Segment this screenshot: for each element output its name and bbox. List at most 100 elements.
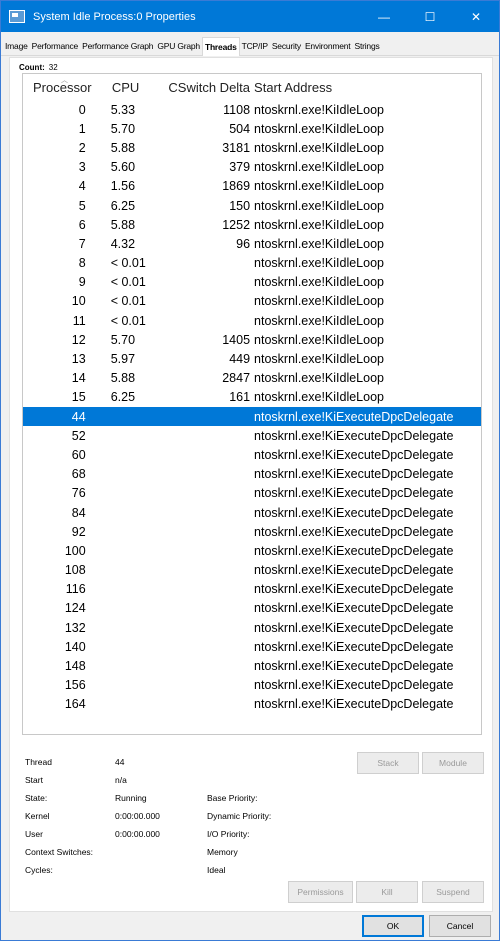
processor-cell: 12 — [71, 332, 86, 347]
thread-row[interactable]: 15 6.25 161 ntoskrnl.exe!KiIdleLoop — [23, 388, 481, 407]
tab-performance[interactable]: Performance — [30, 38, 80, 55]
cpu-cell: 5.70 — [110, 332, 136, 347]
column-header-cswitch-delta[interactable]: CSwitch Delta — [148, 80, 250, 95]
cpu-cell: 1.56 — [110, 179, 136, 194]
state-label: State: — [25, 793, 48, 803]
tab-performance-graph[interactable]: Performance Graph — [80, 38, 155, 55]
thread-row[interactable]: 156 ntoskrnl.exe!KiExecuteDpcDelegate — [23, 676, 481, 695]
processor-cell: 84 — [71, 505, 86, 520]
cswitch-delta-cell: 150 — [229, 198, 251, 213]
thread-row[interactable]: 3 5.60 379 ntoskrnl.exe!KiIdleLoop — [23, 158, 481, 177]
start-address-cell: ntoskrnl.exe!KiIdleLoop — [254, 332, 384, 347]
processor-cell: 5 — [78, 198, 86, 213]
start-address-cell: ntoskrnl.exe!KiIdleLoop — [254, 160, 384, 175]
cswitch-delta-cell: 504 — [229, 121, 251, 136]
cpu-cell: 6.25 — [110, 198, 136, 213]
permissions-button[interactable]: Permissions — [288, 881, 353, 903]
processor-cell: 68 — [71, 467, 86, 482]
count-value: 32 — [48, 63, 58, 72]
column-header-start-address[interactable]: Start Address — [250, 80, 481, 95]
tab-gpu-graph[interactable]: GPU Graph — [155, 38, 202, 55]
module-button[interactable]: Module — [422, 752, 484, 774]
thread-row[interactable]: 132 ntoskrnl.exe!KiExecuteDpcDelegate — [23, 618, 481, 637]
thread-row[interactable]: 124 ntoskrnl.exe!KiExecuteDpcDelegate — [23, 599, 481, 618]
thread-row[interactable]: 14 5.88 2847 ntoskrnl.exe!KiIdleLoop — [23, 369, 481, 388]
processor-cell: 164 — [64, 697, 86, 712]
thread-row[interactable]: 2 5.88 3181 ntoskrnl.exe!KiIdleLoop — [23, 138, 481, 157]
start-address-cell: ntoskrnl.exe!KiExecuteDpcDelegate — [254, 659, 454, 674]
thread-row[interactable]: 9 < 0.01 ntoskrnl.exe!KiIdleLoop — [23, 273, 481, 292]
cpu-cell: 5.88 — [110, 217, 136, 232]
suspend-button[interactable]: Suspend — [422, 881, 484, 903]
thread-row[interactable]: 68 ntoskrnl.exe!KiExecuteDpcDelegate — [23, 465, 481, 484]
cancel-button[interactable]: Cancel — [429, 915, 491, 937]
processor-cell: 13 — [71, 352, 86, 367]
close-button[interactable]: ✕ — [453, 1, 499, 32]
start-address-cell: ntoskrnl.exe!KiExecuteDpcDelegate — [254, 524, 454, 539]
column-header-cpu[interactable]: CPU — [98, 80, 148, 95]
processor-cell: 140 — [64, 639, 86, 654]
thread-row[interactable]: 0 5.33 1108 ntoskrnl.exe!KiIdleLoop — [23, 100, 481, 119]
io-priority-label: I/O Priority: — [207, 829, 250, 839]
processor-cell: 8 — [78, 256, 86, 271]
thread-row[interactable]: 8 < 0.01 ntoskrnl.exe!KiIdleLoop — [23, 254, 481, 273]
cswitch-delta-cell: 96 — [236, 236, 251, 251]
tab-security[interactable]: Security — [270, 38, 303, 55]
properties-window: System Idle Process:0 Properties — ☐ ✕ I… — [0, 0, 500, 941]
kill-button[interactable]: Kill — [356, 881, 418, 903]
thread-row[interactable]: 148 ntoskrnl.exe!KiExecuteDpcDelegate — [23, 656, 481, 675]
thread-row[interactable]: 100 ntoskrnl.exe!KiExecuteDpcDelegate — [23, 541, 481, 560]
thread-row[interactable]: 164 ntoskrnl.exe!KiExecuteDpcDelegate — [23, 695, 481, 714]
start-address-cell: ntoskrnl.exe!KiIdleLoop — [254, 313, 384, 328]
start-address-cell: ntoskrnl.exe!KiIdleLoop — [254, 198, 384, 213]
cswitch-delta-cell: 1869 — [222, 179, 251, 194]
thread-row[interactable]: 6 5.88 1252 ntoskrnl.exe!KiIdleLoop — [23, 215, 481, 234]
thread-row[interactable]: 84 ntoskrnl.exe!KiExecuteDpcDelegate — [23, 503, 481, 522]
processor-cell: 14 — [71, 371, 86, 386]
list-rows: 0 5.33 1108 ntoskrnl.exe!KiIdleLoop 1 5.70 504… — [23, 100, 481, 714]
threads-list[interactable]: ︿ Processor CPU CSwitch Delta Start Addr… — [22, 73, 482, 735]
tab-image[interactable]: Image — [3, 38, 30, 55]
processor-cell: 1 — [78, 121, 86, 136]
thread-row[interactable]: 116 ntoskrnl.exe!KiExecuteDpcDelegate — [23, 580, 481, 599]
stack-button[interactable]: Stack — [357, 752, 419, 774]
minimize-button[interactable]: — — [361, 1, 407, 32]
tab-strings[interactable]: Strings — [352, 38, 381, 55]
thread-row[interactable]: 13 5.97 449 ntoskrnl.exe!KiIdleLoop — [23, 349, 481, 368]
thread-row[interactable]: 11 < 0.01 ntoskrnl.exe!KiIdleLoop — [23, 311, 481, 330]
tab-threads[interactable]: Threads — [201, 37, 240, 56]
user-time: 0:00:00.000 — [115, 829, 160, 839]
cpu-cell: 4.32 — [110, 236, 136, 251]
thread-row[interactable]: 12 5.70 1405 ntoskrnl.exe!KiIdleLoop — [23, 330, 481, 349]
maximize-button[interactable]: ☐ — [407, 1, 453, 32]
thread-row[interactable]: 60 ntoskrnl.exe!KiExecuteDpcDelegate — [23, 445, 481, 464]
thread-row[interactable]: 92 ntoskrnl.exe!KiExecuteDpcDelegate — [23, 522, 481, 541]
cycles-label: Cycles: — [25, 865, 53, 875]
thread-row[interactable]: 1 5.70 504 ntoskrnl.exe!KiIdleLoop — [23, 119, 481, 138]
processor-cell: 15 — [71, 390, 86, 405]
title-bar[interactable]: System Idle Process:0 Properties — ☐ ✕ — [1, 1, 499, 32]
thread-row[interactable]: 52 ntoskrnl.exe!KiExecuteDpcDelegate — [23, 426, 481, 445]
thread-row[interactable]: 10 < 0.01 ntoskrnl.exe!KiIdleLoop — [23, 292, 481, 311]
start-address-cell: ntoskrnl.exe!KiExecuteDpcDelegate — [254, 505, 454, 520]
thread-row[interactable]: 44 ntoskrnl.exe!KiExecuteDpcDelegate — [23, 407, 481, 427]
tab-environment[interactable]: Environment — [303, 38, 353, 55]
cswitch-delta-cell: 2847 — [222, 371, 251, 386]
processor-cell: 11 — [72, 313, 86, 328]
thread-row[interactable]: 7 4.32 96 ntoskrnl.exe!KiIdleLoop — [23, 234, 481, 253]
thread-row[interactable]: 5 6.25 150 ntoskrnl.exe!KiIdleLoop — [23, 196, 481, 215]
count-label: Count: — [19, 63, 45, 72]
thread-row[interactable]: 76 ntoskrnl.exe!KiExecuteDpcDelegate — [23, 484, 481, 503]
start-address-cell: ntoskrnl.exe!KiExecuteDpcDelegate — [254, 543, 454, 558]
processor-cell: 10 — [71, 294, 86, 309]
thread-row[interactable]: 108 ntoskrnl.exe!KiExecuteDpcDelegate — [23, 561, 481, 580]
dynamic-priority-label: Dynamic Priority: — [207, 811, 272, 821]
cpu-cell: 5.88 — [110, 140, 136, 155]
start-address-cell: ntoskrnl.exe!KiExecuteDpcDelegate — [254, 601, 454, 616]
processor-cell: 156 — [64, 678, 86, 693]
thread-row[interactable]: 140 ntoskrnl.exe!KiExecuteDpcDelegate — [23, 637, 481, 656]
process-explorer-icon — [9, 10, 25, 23]
ok-button[interactable]: OK — [362, 915, 424, 937]
tab-tcp-ip[interactable]: TCP/IP — [240, 38, 270, 55]
thread-row[interactable]: 4 1.56 1869 ntoskrnl.exe!KiIdleLoop — [23, 177, 481, 196]
